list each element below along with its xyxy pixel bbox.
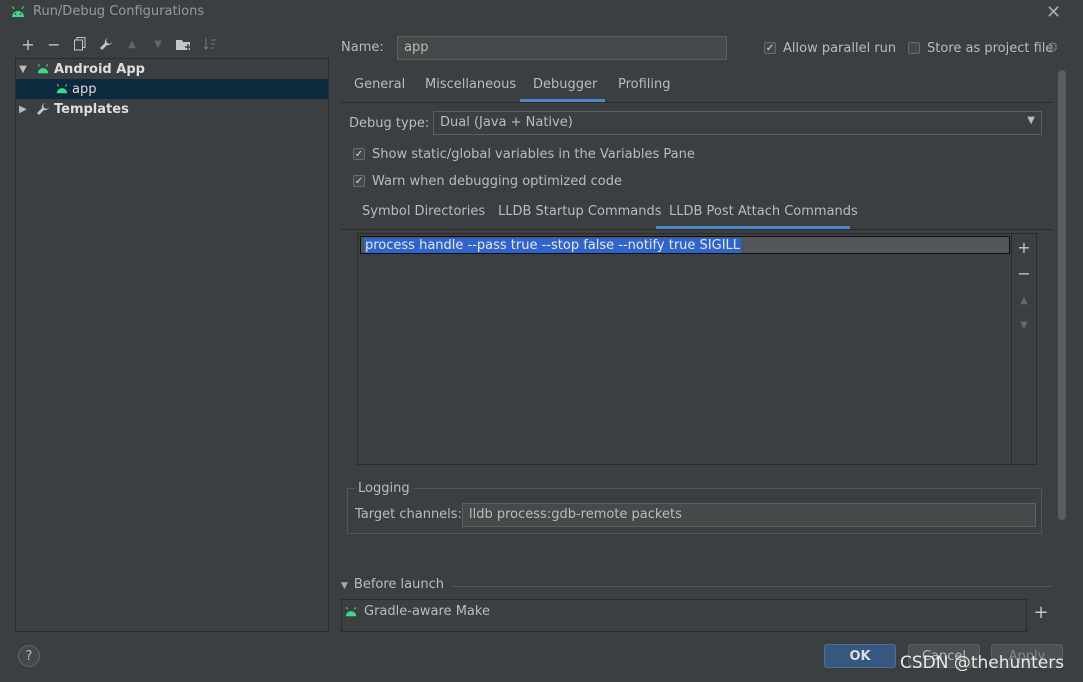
subtab-lldb-post-attach[interactable]: LLDB Post Attach Commands [669, 204, 858, 228]
window-title: Run/Debug Configurations [33, 4, 205, 19]
debug-type-value: Dual (Java + Native) [440, 115, 573, 130]
subtab-divider [341, 229, 1053, 230]
gear-icon[interactable]: ⚙ [1046, 40, 1059, 56]
folder-icon[interactable] [175, 35, 193, 53]
show-static-checkbox[interactable]: ✓ [353, 148, 365, 160]
tab-divider [341, 102, 1053, 103]
expand-arrow-icon[interactable]: ▼ [16, 64, 30, 75]
close-icon[interactable]: ✕ [1046, 2, 1061, 23]
before-launch-title: Before launch [353, 577, 445, 592]
allow-parallel-label: Allow parallel run [783, 41, 897, 56]
list-item[interactable]: Gradle-aware Make [344, 604, 490, 619]
remove-command-icon[interactable]: − [1015, 264, 1033, 283]
list-toolbar-divider [1011, 234, 1012, 464]
before-launch-list[interactable]: Gradle-aware Make [341, 599, 1027, 632]
before-launch-item-label: Gradle-aware Make [364, 604, 490, 619]
expand-arrow-icon[interactable]: ▶ [16, 104, 30, 115]
add-before-launch-icon[interactable]: + [1029, 600, 1053, 624]
add-command-icon[interactable]: + [1015, 238, 1033, 257]
help-button[interactable]: ? [18, 645, 40, 667]
store-project-label: Store as project file [927, 41, 1054, 56]
before-launch-divider [452, 586, 1052, 587]
name-input[interactable]: app [397, 36, 727, 60]
wrench-icon[interactable] [97, 35, 115, 53]
target-channels-input[interactable]: lldb process:gdb-remote packets [462, 503, 1036, 527]
move-down-icon[interactable]: ▼ [1015, 316, 1033, 334]
android-icon [345, 606, 357, 616]
tab-miscellaneous[interactable]: Miscellaneous [425, 77, 516, 101]
tree-item-app[interactable]: app [16, 79, 328, 99]
debug-type-select[interactable]: Dual (Java + Native) ▼ [433, 111, 1042, 135]
scrollbar[interactable] [1058, 70, 1066, 520]
store-project-checkbox[interactable] [908, 42, 920, 54]
commands-list[interactable]: process handle --pass true --stop false … [357, 233, 1037, 465]
allow-parallel-checkbox[interactable]: ✓ [764, 42, 776, 54]
show-static-label: Show static/global variables in the Vari… [372, 147, 695, 162]
subtab-symbol-directories[interactable]: Symbol Directories [362, 204, 485, 228]
collapse-arrow-icon[interactable]: ▼ [341, 581, 348, 591]
subtab-lldb-startup[interactable]: LLDB Startup Commands [498, 204, 662, 228]
wrench-icon [37, 103, 49, 115]
target-channels-label: Target channels: [355, 507, 462, 522]
android-icon [11, 6, 25, 17]
android-icon [37, 64, 49, 74]
tree-item-android-app[interactable]: ▼ Android App [16, 59, 328, 79]
logging-title: Logging [355, 481, 413, 496]
list-item[interactable]: process handle --pass true --stop false … [360, 236, 1010, 254]
arrow-down-icon[interactable]: ▼ [149, 35, 167, 53]
arrow-up-icon[interactable]: ▲ [123, 35, 141, 53]
tree-item-label: app [72, 81, 97, 97]
chevron-down-icon: ▼ [1027, 115, 1035, 126]
tab-profiling[interactable]: Profiling [618, 77, 671, 101]
name-label: Name: [341, 40, 384, 55]
minus-icon[interactable]: − [45, 35, 63, 54]
tree-item-templates[interactable]: ▶ Templates [16, 99, 328, 119]
watermark: CSDN @thehunters [900, 653, 1065, 673]
sort-icon[interactable] [201, 35, 219, 53]
plus-icon[interactable]: + [19, 35, 37, 54]
move-up-icon[interactable]: ▲ [1015, 291, 1033, 309]
android-icon [56, 84, 68, 94]
configuration-tree[interactable]: ▼ Android App app ▶ Templates [15, 58, 329, 632]
before-launch-header[interactable]: ▼ Before launch [341, 577, 444, 592]
warn-optimized-label: Warn when debugging optimized code [372, 174, 622, 189]
ok-button[interactable]: OK [824, 644, 896, 668]
tree-item-label: Android App [54, 61, 145, 77]
warn-optimized-checkbox[interactable]: ✓ [353, 175, 365, 187]
command-text: process handle --pass true --stop false … [364, 238, 742, 253]
tab-general[interactable]: General [354, 77, 405, 101]
tree-item-label: Templates [54, 101, 129, 117]
copy-icon[interactable] [71, 35, 89, 53]
tab-debugger[interactable]: Debugger [533, 77, 597, 101]
debug-type-label: Debug type: [349, 116, 430, 131]
